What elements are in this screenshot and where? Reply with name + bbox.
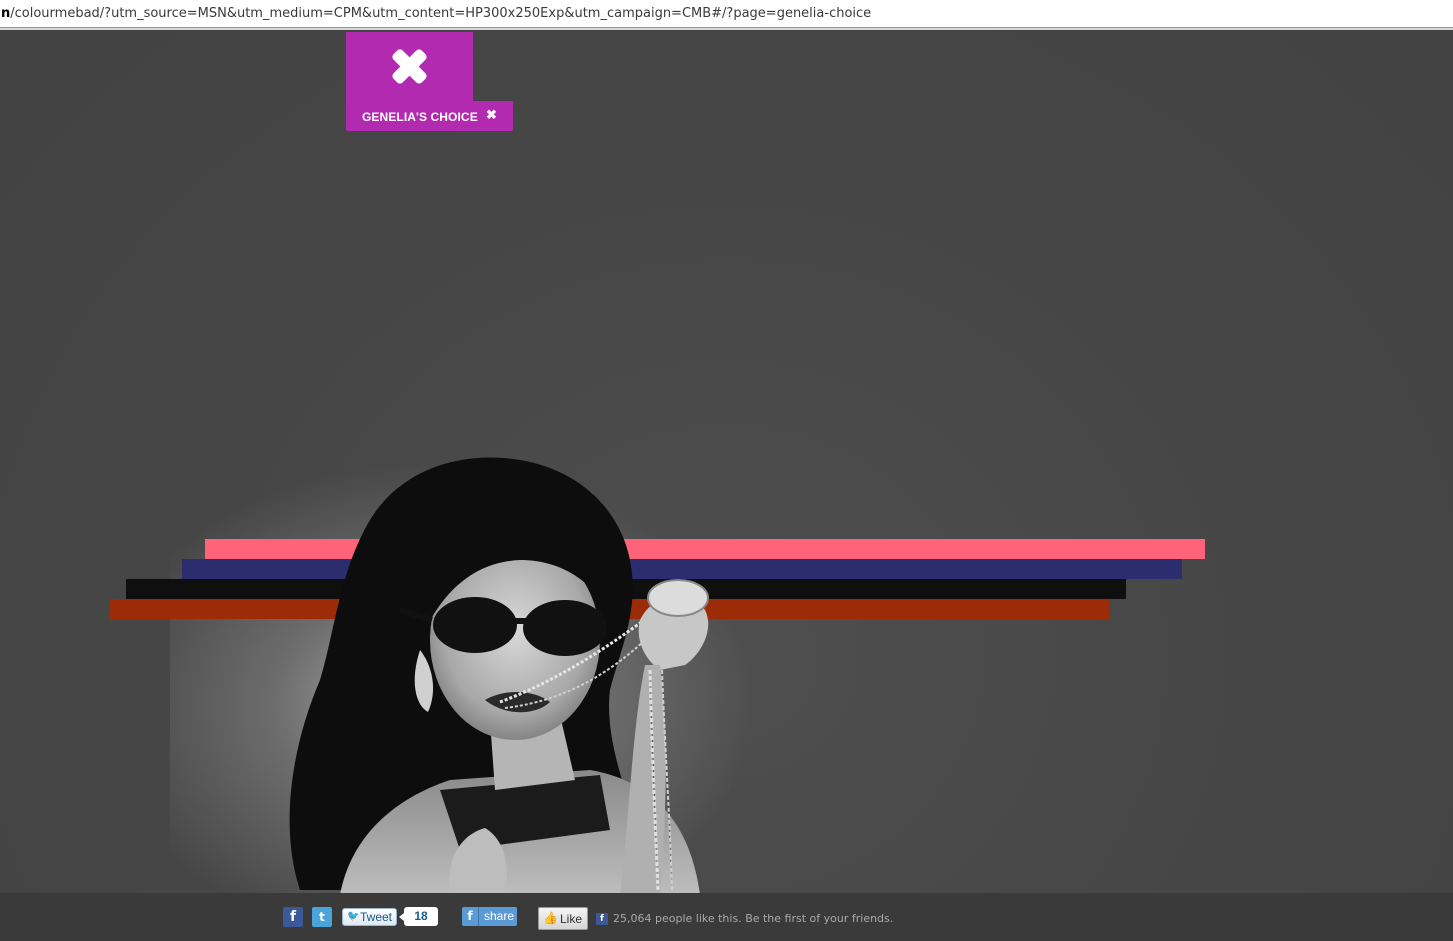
model-photo bbox=[289, 457, 709, 895]
facebook-f-icon: f bbox=[462, 907, 479, 926]
tweet-label: Tweet bbox=[360, 910, 393, 924]
facebook-share-button[interactable]: f share bbox=[462, 907, 517, 926]
url-prefix: n bbox=[1, 6, 11, 21]
tweet-count-badge: 18 bbox=[399, 907, 438, 926]
facebook-mini-icon: f bbox=[596, 913, 608, 925]
menu-toggle-button[interactable] bbox=[346, 32, 473, 101]
close-x-icon bbox=[392, 49, 427, 84]
twitter-icon[interactable]: t bbox=[312, 907, 332, 927]
url-text[interactable]: n/colourmebad/?utm_source=MSN&utm_medium… bbox=[1, 6, 871, 21]
twitter-bird-icon: 🐦 bbox=[347, 911, 360, 922]
tweet-button[interactable]: 🐦 Tweet bbox=[342, 908, 397, 926]
like-count-text: 25,064 people like this. Be the first of… bbox=[613, 912, 894, 925]
thumbs-up-icon: 👍 bbox=[543, 911, 558, 925]
like-label: Like bbox=[560, 912, 583, 926]
address-bar[interactable]: n/colourmebad/?utm_source=MSN&utm_medium… bbox=[0, 0, 1453, 28]
url-path: /colourmebad/?utm_source=MSN&utm_medium=… bbox=[10, 6, 872, 21]
facebook-icon[interactable]: f bbox=[283, 907, 303, 927]
tab-label: GENELIA'S CHOICE bbox=[362, 110, 478, 124]
facebook-like-button[interactable]: 👍 Like bbox=[538, 907, 588, 930]
genelias-choice-tab[interactable]: GENELIA'S CHOICE ✖ bbox=[346, 101, 513, 131]
tab-close-icon[interactable]: ✖ bbox=[486, 108, 498, 122]
page: n/colourmebad/?utm_source=MSN&utm_medium… bbox=[0, 0, 1453, 941]
share-label: share bbox=[484, 909, 515, 923]
